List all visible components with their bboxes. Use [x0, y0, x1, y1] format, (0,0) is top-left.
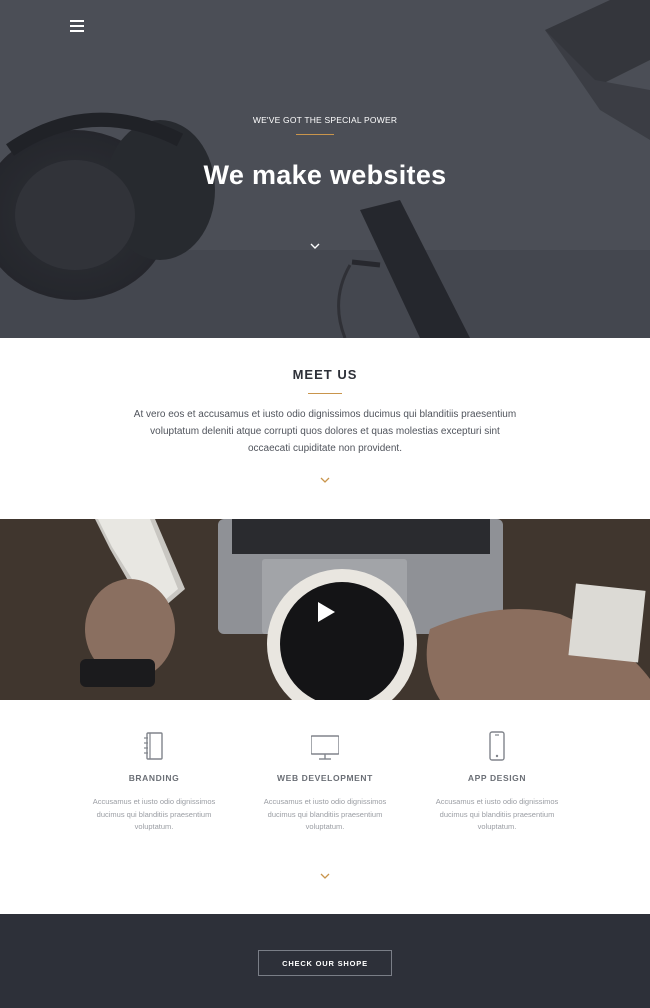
meet-us-section: MEET US At vero eos et accusamus et iust… — [0, 338, 650, 519]
meet-us-text: At vero eos et accusamus et iusto odio d… — [133, 409, 517, 454]
services-section: BRANDING Accusamus et iusto odio digniss… — [0, 700, 650, 914]
chevron-down-icon[interactable] — [309, 240, 321, 252]
chevron-down-icon[interactable] — [319, 475, 331, 485]
hero-title: We make websites — [203, 160, 447, 190]
section-title: MEET US — [292, 367, 358, 382]
smartphone-icon — [489, 731, 505, 761]
service-description: Accusamus et iusto odio dignissimos duci… — [435, 797, 559, 831]
hamburger-menu-icon[interactable] — [70, 20, 84, 32]
service-title: BRANDING — [128, 773, 180, 783]
service-description: Accusamus et iusto odio dignissimos duci… — [263, 797, 387, 831]
chevron-down-icon[interactable] — [319, 871, 331, 881]
footer-section: CHECK OUR SHOPE — [0, 914, 650, 1008]
hero-kicker: WE'VE GOT THE SPECIAL POWER — [252, 115, 398, 125]
monitor-icon — [311, 735, 339, 760]
section-divider — [308, 393, 342, 394]
hero-divider — [296, 134, 334, 135]
notebook-icon — [144, 732, 163, 760]
service-description: Accusamus et iusto odio dignissimos duci… — [92, 797, 216, 831]
play-icon[interactable] — [313, 600, 337, 624]
service-title: WEB DEVELOPMENT — [277, 773, 373, 783]
service-title: APP DESIGN — [467, 773, 527, 783]
check-shop-button[interactable]: CHECK OUR SHOPE — [258, 950, 392, 976]
